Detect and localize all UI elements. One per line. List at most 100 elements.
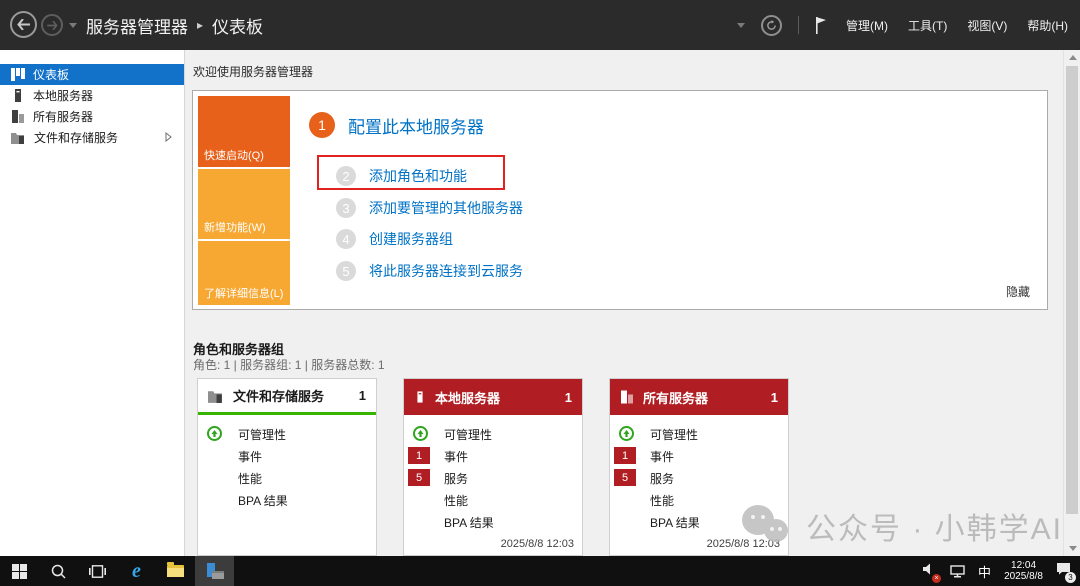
menu-manage[interactable]: 管理(M) xyxy=(844,17,890,34)
tile-row-bpa-results[interactable]: BPA 结果 xyxy=(404,511,582,533)
task-connect-cloud-services[interactable]: 5 将此服务器连接到云服务 xyxy=(336,261,523,281)
task-number-badge: 3 xyxy=(336,198,356,218)
manageability-up-icon xyxy=(207,426,222,441)
tile-row-events[interactable]: 1 事件 xyxy=(404,445,582,467)
event-count-badge: 1 xyxy=(614,447,636,464)
learn-more-label: 了解详细信息(L) xyxy=(204,285,283,301)
sidebar-item-dashboard[interactable]: 仪表板 xyxy=(0,64,184,85)
task-link[interactable]: 将此服务器连接到云服务 xyxy=(369,261,523,281)
welcome-panel: 快速启动(Q) 新增功能(W) 了解详细信息(L) 1 配置此本地服务器 2 添… xyxy=(192,90,1048,310)
menu-view[interactable]: 视图(V) xyxy=(965,17,1009,34)
scrollbar-thumb[interactable] xyxy=(1066,66,1078,514)
sidebar-item-file-storage-services[interactable]: 文件和存储服务 xyxy=(0,127,184,148)
local-server-icon xyxy=(414,390,426,404)
tile-local-server: 本地服务器 1 可管理性 1 事件 5 服务 性能 BPA 结果 2 xyxy=(403,378,583,556)
tile-row-label: 服务 xyxy=(444,470,468,487)
titlebar-separator xyxy=(798,16,799,34)
task-link[interactable]: 创建服务器组 xyxy=(369,229,453,249)
task-link[interactable]: 添加要管理的其他服务器 xyxy=(369,198,523,218)
task-view-icon xyxy=(89,565,106,578)
breadcrumb-separator: ▸ xyxy=(197,18,203,32)
tile-timestamp: 2025/8/8 12:03 xyxy=(501,538,574,550)
watermark-text: 公众号 · 小韩学AI xyxy=(806,504,1063,548)
search-button[interactable] xyxy=(39,556,78,586)
notification-center-button[interactable]: 3 xyxy=(1056,562,1071,580)
tile-row-events[interactable]: 1 事件 xyxy=(610,445,788,467)
notifications-flag-icon[interactable] xyxy=(815,16,828,34)
quick-start-label: 快速启动(Q) xyxy=(204,147,264,163)
tile-row-manageability[interactable]: 可管理性 xyxy=(404,423,582,445)
tile-header[interactable]: 文件和存储服务 1 xyxy=(198,379,376,415)
task-link[interactable]: 配置此本地服务器 xyxy=(348,113,484,138)
clock[interactable]: 12:04 2025/8/8 xyxy=(1004,560,1043,582)
learn-more-tab[interactable]: 了解详细信息(L) xyxy=(198,241,290,305)
tile-row-label: 事件 xyxy=(650,448,674,465)
task-number-badge: 4 xyxy=(336,229,356,249)
back-button[interactable] xyxy=(10,11,37,38)
folder-icon xyxy=(167,565,184,577)
tile-file-storage-services: 文件和存储服务 1 可管理性 事件 性能 BPA 结果 xyxy=(197,378,377,556)
server-manager-window: 服务器管理器 ▸ 仪表板 管理(M) 工具(T) 视图(V) 帮助(H) 仪表板… xyxy=(0,0,1080,586)
tile-row-manageability[interactable]: 可管理性 xyxy=(610,423,788,445)
nav-history-caret-icon[interactable] xyxy=(69,23,77,28)
ime-indicator[interactable]: 中 xyxy=(978,562,991,581)
scroll-up-arrow-icon[interactable] xyxy=(1069,55,1077,60)
refresh-icon xyxy=(766,20,777,31)
ie-icon: e xyxy=(132,561,141,581)
sidebar-item-all-servers[interactable]: 所有服务器 xyxy=(0,106,184,127)
server-manager-button[interactable] xyxy=(195,556,234,586)
tile-header[interactable]: 所有服务器 1 xyxy=(610,379,788,415)
network-icon[interactable] xyxy=(950,565,965,578)
task-number-badge: 1 xyxy=(309,112,335,138)
start-button[interactable] xyxy=(0,556,39,586)
tile-row-label: 事件 xyxy=(444,448,468,465)
tile-row-label: 可管理性 xyxy=(444,426,492,443)
menu-help[interactable]: 帮助(H) xyxy=(1025,17,1070,34)
expand-arrow-icon[interactable] xyxy=(165,132,172,142)
task-configure-local-server[interactable]: 1 配置此本地服务器 xyxy=(309,112,484,138)
sidebar-item-local-server[interactable]: 本地服务器 xyxy=(0,85,184,106)
tile-row-bpa-results[interactable]: BPA 结果 xyxy=(198,489,376,511)
manageability-up-icon xyxy=(619,426,634,441)
internet-explorer-button[interactable]: e xyxy=(117,556,156,586)
quick-start-tab[interactable]: 快速启动(Q) xyxy=(198,96,290,167)
tile-title: 文件和存储服务 xyxy=(233,386,324,405)
tile-row-label: 事件 xyxy=(238,448,262,465)
hide-link[interactable]: 隐藏 xyxy=(1006,283,1030,300)
tile-row-performance[interactable]: 性能 xyxy=(198,467,376,489)
tile-row-label: 性能 xyxy=(238,470,262,487)
breadcrumb: 服务器管理器 ▸ 仪表板 xyxy=(86,0,263,50)
tile-row-services[interactable]: 5 服务 xyxy=(404,467,582,489)
server-dropdown-caret-icon[interactable] xyxy=(737,23,745,28)
file-explorer-button[interactable] xyxy=(156,556,195,586)
tile-row-label: 可管理性 xyxy=(650,426,698,443)
menu-tools[interactable]: 工具(T) xyxy=(906,17,949,34)
whats-new-tab[interactable]: 新增功能(W) xyxy=(198,169,290,239)
sidebar-item-label: 仪表板 xyxy=(33,66,69,83)
tile-header[interactable]: 本地服务器 1 xyxy=(404,379,582,415)
tile-row-events[interactable]: 事件 xyxy=(198,445,376,467)
forward-button[interactable] xyxy=(41,14,63,36)
tile-title: 所有服务器 xyxy=(643,388,708,407)
tile-row-label: 可管理性 xyxy=(238,426,286,443)
task-create-server-group[interactable]: 4 创建服务器组 xyxy=(336,229,453,249)
tile-row-manageability[interactable]: 可管理性 xyxy=(198,423,376,445)
tile-row-performance[interactable]: 性能 xyxy=(404,489,582,511)
sidebar-item-label: 所有服务器 xyxy=(33,108,93,125)
taskbar: e × 中 12:04 2025/8/8 3 xyxy=(0,556,1080,586)
volume-muted-icon[interactable]: × xyxy=(923,562,937,580)
tile-count: 1 xyxy=(565,390,572,405)
forward-arrow-icon xyxy=(47,21,58,30)
tile-row-label: 性能 xyxy=(444,492,468,509)
task-number-badge: 5 xyxy=(336,261,356,281)
task-view-button[interactable] xyxy=(78,556,117,586)
service-count-badge: 5 xyxy=(408,469,430,486)
dashboard-grid-icon xyxy=(11,68,25,81)
refresh-button[interactable] xyxy=(761,15,782,36)
back-arrow-icon xyxy=(17,19,30,30)
tile-row-services[interactable]: 5 服务 xyxy=(610,467,788,489)
dashboard-content: 欢迎使用服务器管理器 快速启动(Q) 新增功能(W) 了解详细信息(L) 1 配… xyxy=(185,50,1063,556)
task-add-other-servers[interactable]: 3 添加要管理的其他服务器 xyxy=(336,198,523,218)
vertical-scrollbar[interactable] xyxy=(1063,50,1080,556)
scroll-down-arrow-icon[interactable] xyxy=(1069,546,1077,551)
